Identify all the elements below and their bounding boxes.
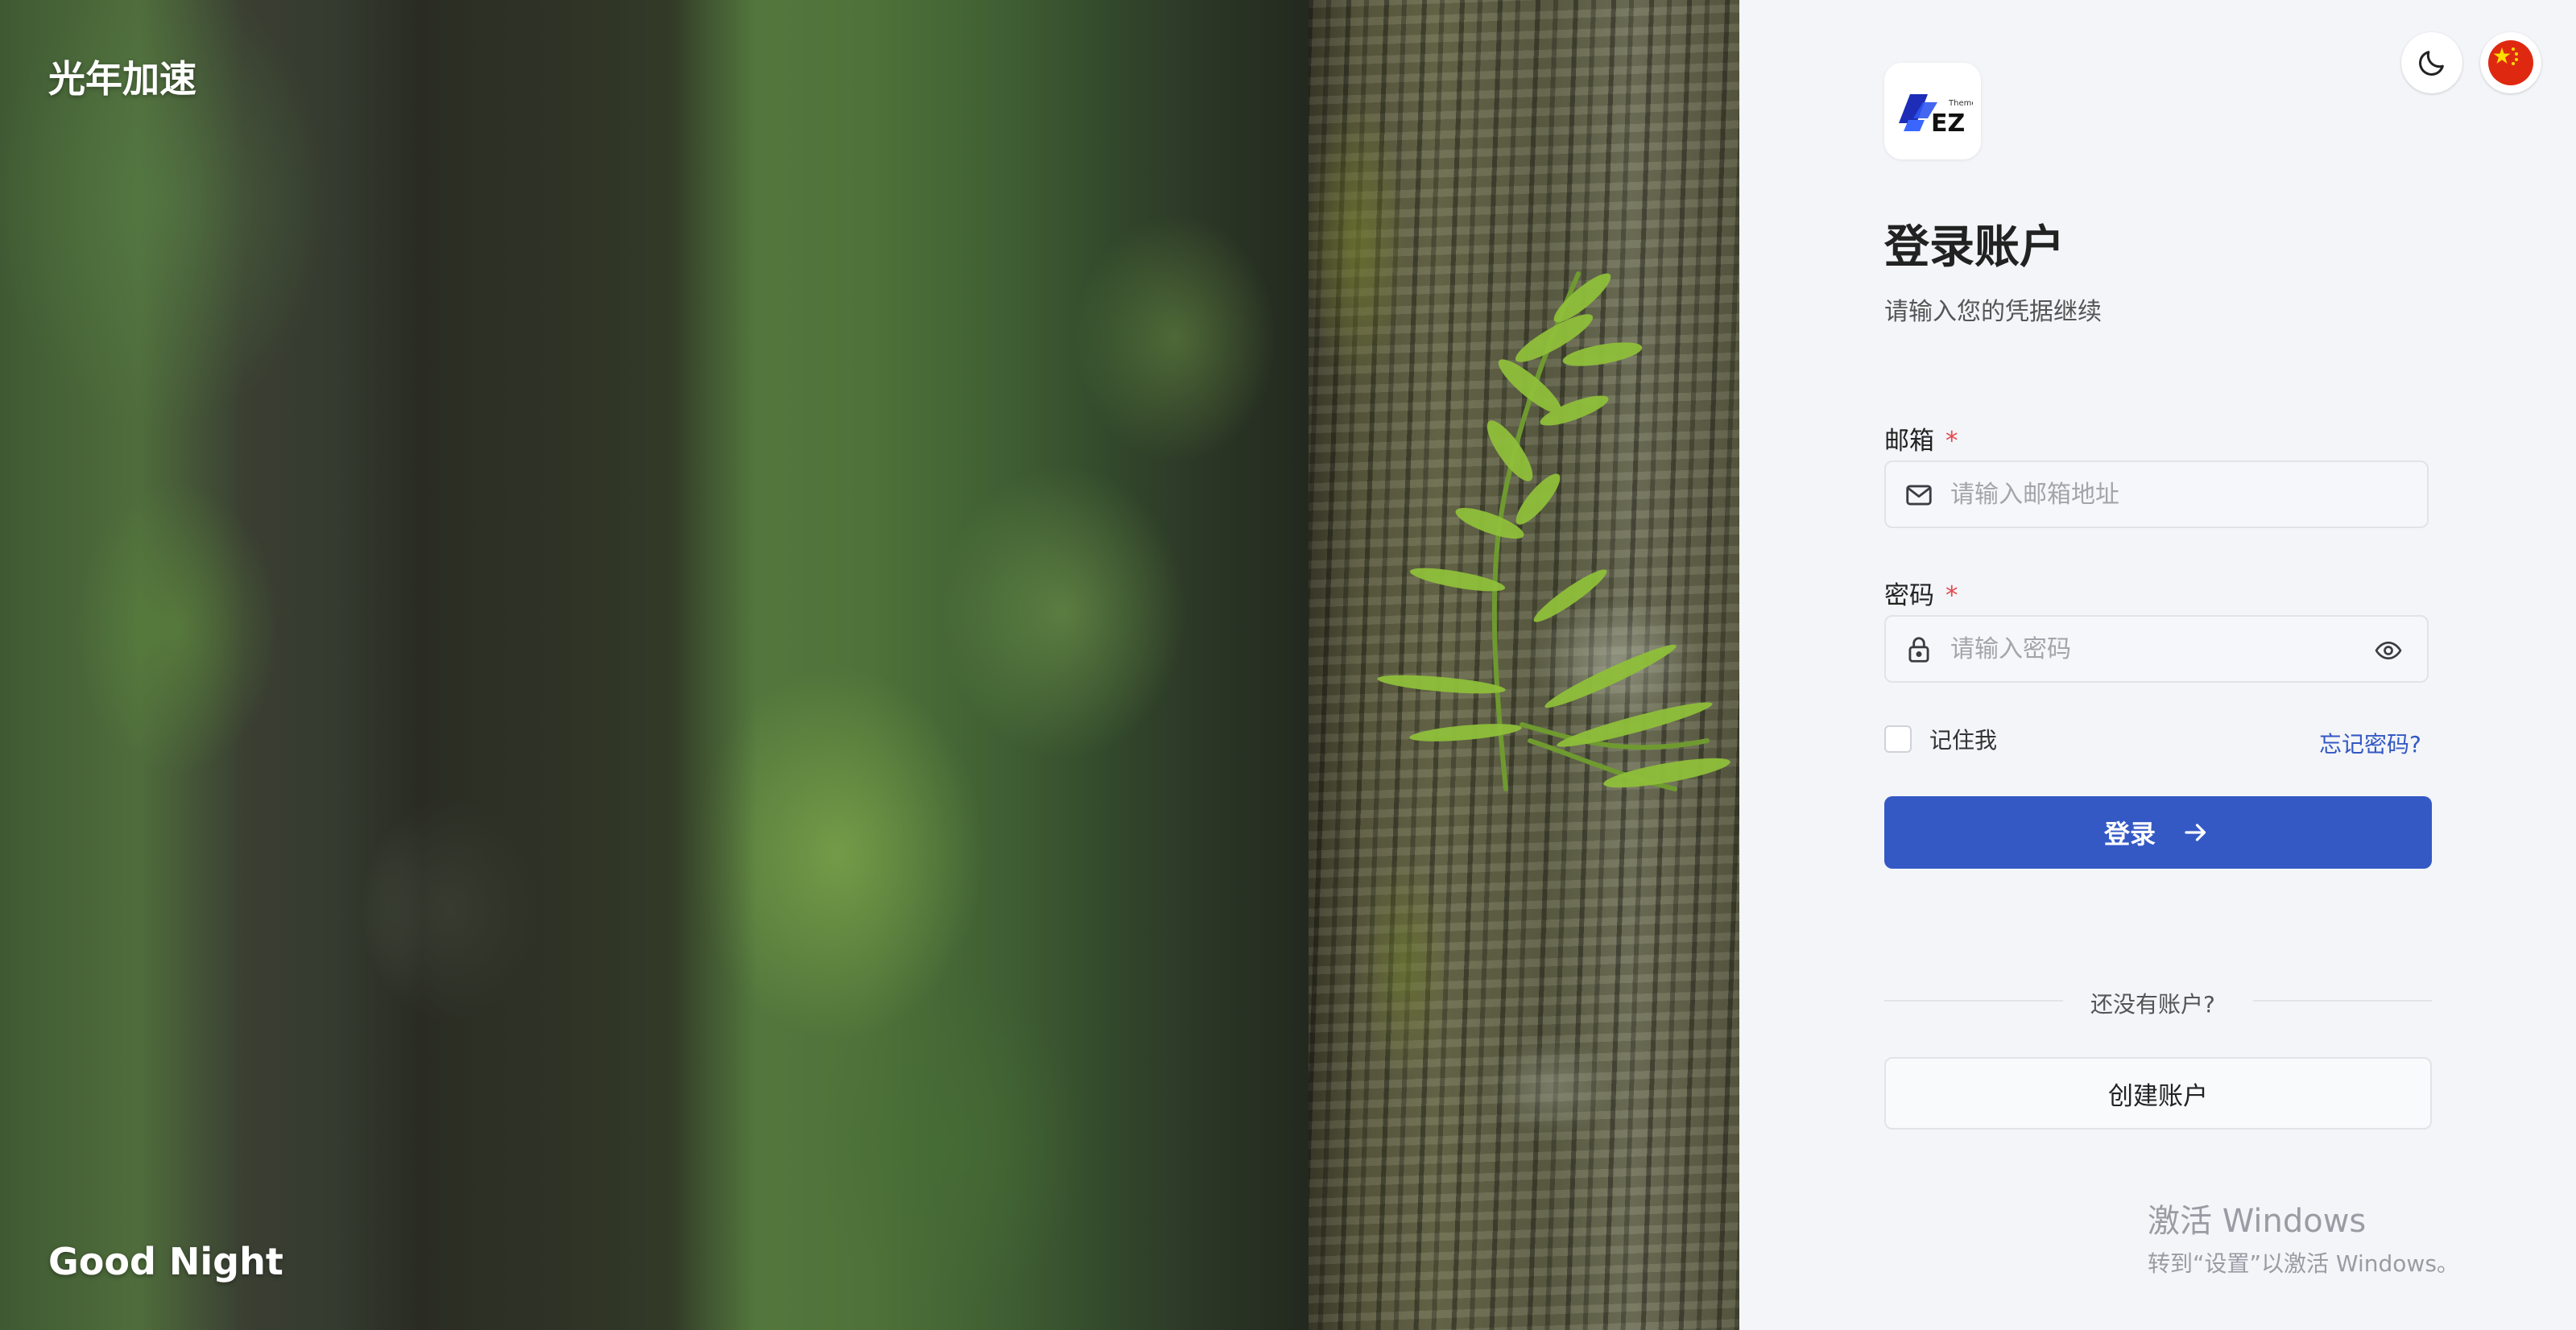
hero-background-image: 光年加速 Good Night	[0, 0, 1739, 1330]
login-button[interactable]: 登录	[1884, 796, 2432, 869]
green-sprout	[1377, 271, 1730, 791]
required-mark: *	[1945, 427, 1958, 456]
required-mark: *	[1945, 581, 1958, 610]
china-flag-icon	[2488, 40, 2533, 85]
login-button-label: 登录	[2103, 819, 2156, 849]
logo-text: EZ	[1931, 109, 1965, 138]
blurred-tree-trunk	[338, 0, 757, 1330]
divider-line-right	[2253, 1000, 2432, 1002]
password-input[interactable]	[1950, 617, 2337, 681]
eye-icon[interactable]	[2372, 636, 2404, 665]
windows-activation-watermark: 激活 Windows 转到“设置”以激活 Windows。	[2148, 1195, 2459, 1278]
password-label: 密码 *	[1884, 581, 1958, 610]
forgot-password-link[interactable]: 忘记密码?	[2319, 727, 2421, 759]
page-subtitle: 请输入您的凭据继续	[1884, 298, 2102, 326]
arrow-right-icon	[2185, 824, 2206, 841]
remember-checkbox[interactable]	[1884, 725, 1912, 753]
email-input[interactable]	[1950, 462, 2337, 527]
password-field[interactable]	[1884, 615, 2429, 683]
watermark-title: 激活 Windows	[2148, 1203, 2367, 1240]
lock-icon	[1908, 637, 1929, 663]
app-logo: EZ Theme	[1884, 63, 1981, 159]
email-field[interactable]	[1884, 461, 2429, 528]
email-label: 邮箱 *	[1884, 427, 1958, 456]
theme-toggle-button[interactable]	[2401, 32, 2462, 93]
greeting-text: Good Night	[48, 1240, 283, 1283]
remember-me[interactable]: 记住我	[1884, 723, 1997, 755]
mail-icon	[1906, 485, 1932, 506]
page-title: 登录账户	[1884, 221, 2065, 274]
brand-name: 光年加速	[48, 57, 196, 101]
watermark-subtitle: 转到“设置”以激活 Windows。	[2148, 1250, 2459, 1277]
create-account-button[interactable]: 创建账户	[1884, 1057, 2432, 1130]
logo-tag: Theme	[1948, 99, 1973, 108]
divider-line-left	[1884, 1000, 2063, 1002]
login-panel: EZ Theme 登录账户 请输入您的凭据继续 邮箱* 密码* 记住我	[1739, 0, 2576, 1330]
remember-label: 记住我	[1929, 727, 1998, 754]
moon-icon	[2419, 51, 2444, 76]
language-switch-button[interactable]	[2480, 32, 2541, 93]
no-account-text: 还没有账户?	[2090, 991, 2215, 1018]
